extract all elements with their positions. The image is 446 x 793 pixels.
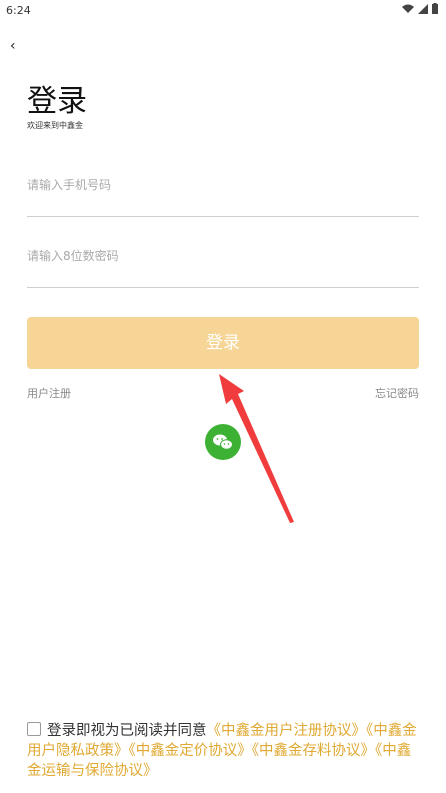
agreement-link-storage[interactable]: 《中鑫金存料协议》 [252, 743, 375, 759]
status-icons [402, 3, 438, 14]
battery-icon [432, 3, 438, 14]
phone-field[interactable] [27, 174, 419, 217]
signal-icon [418, 3, 428, 14]
password-field[interactable] [27, 245, 419, 288]
status-bar: 6:24 [0, 0, 446, 20]
wechat-login-button[interactable] [205, 424, 241, 460]
wechat-icon [213, 434, 233, 450]
agreement-text: 登录即视为已阅读并同意《中鑫金用户注册协议》《中鑫金用户隐私政策》《中鑫金定价协… [27, 721, 423, 781]
login-button[interactable]: 登录 [27, 317, 419, 369]
agreement-prefix: 登录即视为已阅读并同意 [47, 723, 207, 739]
forgot-password-link[interactable]: 忘记密码 [375, 385, 419, 401]
register-link[interactable]: 用户注册 [27, 385, 71, 401]
welcome-text: 欢迎来到中鑫金 [27, 121, 83, 130]
phone-input[interactable] [27, 178, 419, 192]
back-icon[interactable]: ‹ [10, 38, 16, 54]
agreement-link-registration[interactable]: 《中鑫金用户注册协议》 [207, 723, 367, 739]
status-time: 6:24 [6, 4, 31, 17]
wifi-icon [402, 4, 414, 13]
agreement-checkbox[interactable] [27, 722, 41, 736]
password-input[interactable] [27, 249, 419, 263]
agreement-link-pricing[interactable]: 《中鑫金定价协议》 [129, 743, 252, 759]
page-title: 登录 [27, 84, 87, 119]
